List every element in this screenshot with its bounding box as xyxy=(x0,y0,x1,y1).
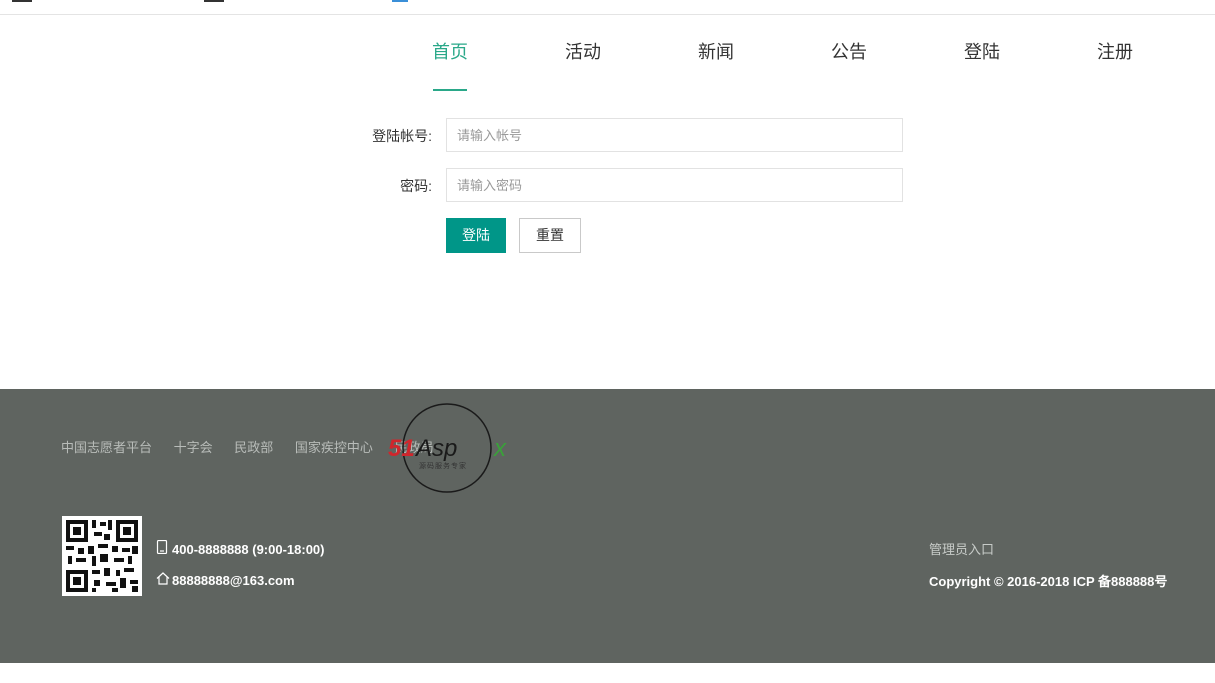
home-icon xyxy=(156,572,170,588)
nav-item-announcements[interactable]: 公告 xyxy=(799,30,899,74)
top-bar-fragment xyxy=(12,0,32,2)
qr-code-icon xyxy=(62,516,142,596)
account-label: 登陆帐号: xyxy=(372,128,432,144)
top-header-bar xyxy=(0,0,1215,15)
password-label: 密码: xyxy=(400,178,432,194)
nav-item-register[interactable]: 注册 xyxy=(1065,30,1165,74)
contact-email: 88888888@163.com xyxy=(156,572,295,588)
reset-button[interactable]: 重置 xyxy=(519,218,581,253)
email-text: 88888888@163.com xyxy=(172,573,295,588)
login-button[interactable]: 登陆 xyxy=(446,218,506,253)
phone-icon xyxy=(156,539,168,557)
account-row: 登陆帐号: xyxy=(300,118,920,154)
svg-text:x: x xyxy=(493,435,507,462)
svg-text:51: 51 xyxy=(388,435,415,462)
footer: 中国志愿者平台 十字会 民政部 国家疾控中心 民政局 400-8888888 (… xyxy=(0,389,1215,663)
account-input[interactable] xyxy=(446,118,903,152)
footer-link[interactable]: 十字会 xyxy=(174,440,213,455)
phone-text: 400-8888888 (9:00-18:00) xyxy=(172,542,325,557)
svg-text:源码服务专家: 源码服务专家 xyxy=(419,461,467,470)
nav-item-home[interactable]: 首页 xyxy=(400,30,500,74)
nav-active-indicator xyxy=(433,89,467,91)
top-bar-fragment xyxy=(392,0,408,2)
nav-item-news[interactable]: 新闻 xyxy=(666,30,766,74)
password-input[interactable] xyxy=(446,168,903,202)
footer-link[interactable]: 中国志愿者平台 xyxy=(61,440,152,455)
nav-item-activities[interactable]: 活动 xyxy=(533,30,633,74)
contact-phone: 400-8888888 (9:00-18:00) xyxy=(156,539,325,557)
copyright-text: Copyright © 2016-2018 ICP 备888888号 xyxy=(929,574,1168,589)
main-nav: 首页 活动 新闻 公告 登陆 注册 xyxy=(400,30,1200,92)
footer-link[interactable]: 国家疾控中心 xyxy=(295,440,373,455)
admin-entry-link[interactable]: 管理员入口 xyxy=(929,539,994,558)
watermark-logo: 51 Asp x 源码服务专家 xyxy=(386,402,512,494)
top-bar-fragment xyxy=(204,0,224,2)
footer-link[interactable]: 民政部 xyxy=(234,440,273,455)
password-row: 密码: xyxy=(300,168,920,204)
svg-text:Asp: Asp xyxy=(414,435,457,462)
nav-item-login[interactable]: 登陆 xyxy=(932,30,1032,74)
